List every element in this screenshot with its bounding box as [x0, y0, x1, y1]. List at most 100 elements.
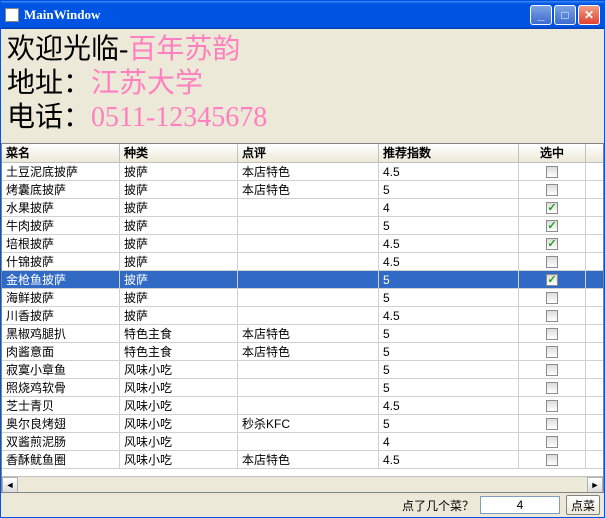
cell-note: [238, 307, 379, 325]
minimize-button[interactable]: _: [530, 5, 552, 25]
checkbox[interactable]: [546, 184, 558, 196]
checkbox[interactable]: [546, 346, 558, 358]
cell-note: [238, 289, 379, 307]
cell-category: 披萨: [120, 199, 238, 217]
cell-check: [519, 235, 586, 253]
table-row[interactable]: 土豆泥底披萨披萨本店特色4.5: [2, 163, 603, 181]
col-checked[interactable]: 选中: [519, 144, 586, 162]
titlebar[interactable]: MainWindow _ □ ✕: [1, 1, 604, 29]
cell-rate: 5: [379, 343, 519, 361]
scroll-left-icon[interactable]: ◄: [2, 477, 18, 493]
cell-note: 本店特色: [238, 163, 379, 181]
cell-rate: 4.5: [379, 397, 519, 415]
cell-name: 水果披萨: [2, 199, 120, 217]
table-row[interactable]: 黑椒鸡腿扒特色主食本店特色5: [2, 325, 603, 343]
cell-name: 川香披萨: [2, 307, 120, 325]
cell-category: 披萨: [120, 307, 238, 325]
table-row[interactable]: 芝士青贝风味小吃4.5: [2, 397, 603, 415]
order-button[interactable]: 点菜: [566, 495, 600, 515]
cell-category: 风味小吃: [120, 433, 238, 451]
cell-category: 披萨: [120, 289, 238, 307]
cell-category: 披萨: [120, 163, 238, 181]
cell-note: [238, 199, 379, 217]
table-row[interactable]: 海鲜披萨披萨5: [2, 289, 603, 307]
cell-name: 烤囊底披萨: [2, 181, 120, 199]
table-row[interactable]: 照烧鸡软骨风味小吃5: [2, 379, 603, 397]
table-row[interactable]: 肉酱意面特色主食本店特色5: [2, 343, 603, 361]
welcome-label: 欢迎光临-: [7, 34, 128, 65]
checkbox[interactable]: [546, 454, 558, 466]
table-row[interactable]: 培根披萨披萨4.5: [2, 235, 603, 253]
tel-label: 电话：: [7, 102, 91, 133]
cell-note: 秒杀KFC: [238, 415, 379, 433]
cell-note: 本店特色: [238, 325, 379, 343]
cell-check: [519, 397, 586, 415]
cell-category: 风味小吃: [120, 397, 238, 415]
table-row[interactable]: 烤囊底披萨披萨本店特色5: [2, 181, 603, 199]
close-button[interactable]: ✕: [578, 5, 600, 25]
cell-rate: 4.5: [379, 307, 519, 325]
table-row[interactable]: 双酱煎泥肠风味小吃4: [2, 433, 603, 451]
main-window: MainWindow _ □ ✕ 欢迎光临-百年苏韵 地址：江苏大学 电话：05…: [0, 0, 605, 518]
cell-note: [238, 253, 379, 271]
table-row[interactable]: 金枪鱼披萨披萨5: [2, 271, 603, 289]
address-value: 江苏大学: [91, 68, 203, 99]
checkbox[interactable]: [546, 382, 558, 394]
table-row[interactable]: 香酥鱿鱼圈风味小吃本店特色4.5: [2, 451, 603, 469]
cell-name: 什锦披萨: [2, 253, 120, 271]
address-label: 地址：: [7, 68, 91, 99]
menu-table: 菜名 种类 点评 推荐指数 选中 土豆泥底披萨披萨本店特色4.5烤囊底披萨披萨本…: [1, 143, 604, 493]
table-row[interactable]: 川香披萨披萨 4.5: [2, 307, 603, 325]
cell-rate: 5: [379, 415, 519, 433]
checkbox[interactable]: [546, 202, 558, 214]
table-row[interactable]: 水果披萨披萨 4: [2, 199, 603, 217]
cell-name: 寂寞小章鱼: [2, 361, 120, 379]
cell-name: 照烧鸡软骨: [2, 379, 120, 397]
table-row[interactable]: 什锦披萨披萨 4.5: [2, 253, 603, 271]
checkbox[interactable]: [546, 328, 558, 340]
table-row[interactable]: 牛肉披萨披萨5: [2, 217, 603, 235]
col-note[interactable]: 点评: [238, 144, 379, 162]
cell-check: [519, 253, 586, 271]
checkbox[interactable]: [546, 292, 558, 304]
cell-note: [238, 217, 379, 235]
cell-note: 本店特色: [238, 181, 379, 199]
cell-check: [519, 217, 586, 235]
checkbox[interactable]: [546, 400, 558, 412]
cell-category: 风味小吃: [120, 379, 238, 397]
cell-category: 披萨: [120, 253, 238, 271]
table-row[interactable]: 奥尔良烤翅风味小吃秒杀KFC5: [2, 415, 603, 433]
cell-rate: 5: [379, 217, 519, 235]
table-body[interactable]: 土豆泥底披萨披萨本店特色4.5烤囊底披萨披萨本店特色5水果披萨披萨4牛肉披萨披萨…: [2, 163, 603, 476]
count-input[interactable]: [480, 496, 560, 514]
checkbox[interactable]: [546, 364, 558, 376]
cell-note: 本店特色: [238, 343, 379, 361]
cell-check: [519, 415, 586, 433]
cell-note: [238, 361, 379, 379]
checkbox[interactable]: [546, 238, 558, 250]
tel-value: 0511-12345678: [91, 102, 267, 133]
cell-rate: 4.5: [379, 163, 519, 181]
cell-category: 特色主食: [120, 343, 238, 361]
cell-note: [238, 433, 379, 451]
checkbox[interactable]: [546, 256, 558, 268]
cell-rate: 4: [379, 199, 519, 217]
checkbox[interactable]: [546, 220, 558, 232]
col-category[interactable]: 种类: [120, 144, 238, 162]
checkbox[interactable]: [546, 436, 558, 448]
cell-category: 披萨: [120, 217, 238, 235]
scroll-right-icon[interactable]: ►: [587, 477, 603, 493]
cell-note: [238, 271, 379, 289]
h-scrollbar[interactable]: ◄ ►: [2, 476, 603, 492]
maximize-button[interactable]: □: [554, 5, 576, 25]
checkbox[interactable]: [546, 166, 558, 178]
checkbox[interactable]: [546, 274, 558, 286]
table-row[interactable]: 寂寞小章鱼风味小吃5: [2, 361, 603, 379]
cell-check: [519, 163, 586, 181]
col-rate[interactable]: 推荐指数: [379, 144, 519, 162]
cell-rate: 4.5: [379, 253, 519, 271]
checkbox[interactable]: [546, 418, 558, 430]
col-name[interactable]: 菜名: [2, 144, 120, 162]
scroll-track[interactable]: [18, 477, 587, 492]
checkbox[interactable]: [546, 310, 558, 322]
